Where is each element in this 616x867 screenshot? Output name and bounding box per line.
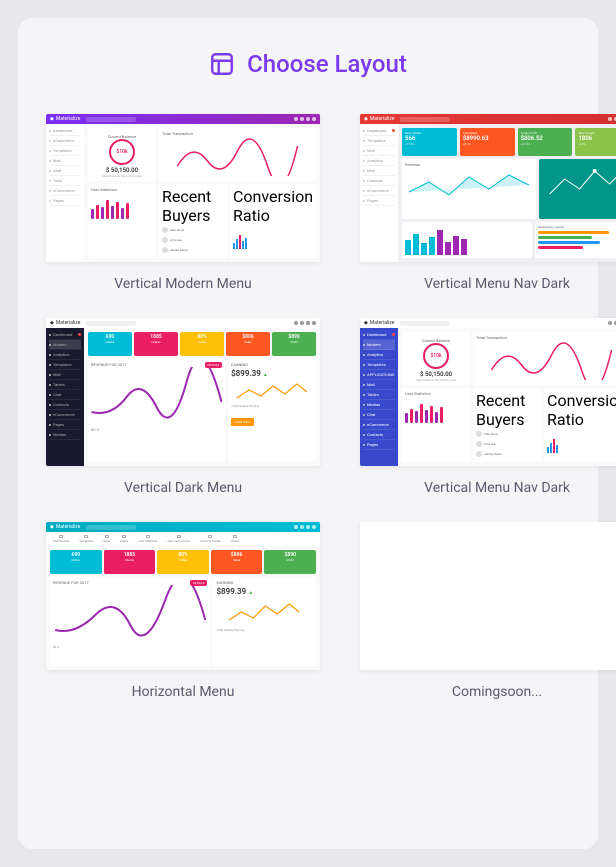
search-input [400, 321, 450, 326]
balance-ring: $10k [109, 139, 135, 165]
caption: Vertical Dark Menu [46, 480, 320, 496]
brand: ◆ Materialize [50, 116, 80, 122]
stats-card: User Statistics [88, 184, 156, 258]
conversion-card: Conversion Ratio [230, 184, 316, 258]
stats-green [539, 159, 616, 219]
thumb-dark: ◆ Materialize Dashboard Modern Analytics… [46, 318, 320, 466]
stats-card: User Statistics [402, 388, 470, 462]
caption: Vertical Menu Nav Dark [360, 276, 616, 292]
topbar: ◆ Materialize [360, 114, 616, 124]
caption: Vertical Menu Nav Dark [360, 480, 616, 496]
sidebar: Dashboard Templates Mail Analytics Mail … [360, 124, 398, 262]
thumb-horizontal: ◆ Materialize Dashboards Templates Apps … [46, 522, 320, 670]
buyers-card: Recent Buyers Alan Snow Amy Lee James St… [159, 184, 227, 258]
layout-option-modern[interactable]: ◆ Materialize Dashboard eCommerce Templa… [46, 114, 320, 292]
thumb-navdark-blue: ◆ Materialize Dashboard Modern Analytics… [360, 318, 616, 466]
bar-chart [402, 222, 532, 258]
layout-grid: ◆ Materialize Dashboard eCommerce Templa… [38, 114, 578, 700]
topbar: ◆ Materialize [46, 318, 320, 328]
buyers-card: Recent Buyers Alan Snow Amy Lee James St… [473, 388, 541, 462]
transaction-card: Total Transaction [473, 332, 616, 385]
search-input [86, 525, 136, 530]
sidebar: Dashboard eCommerce Templates Mail Chat … [46, 124, 84, 262]
topbar: ◆ Materialize [46, 114, 320, 124]
page-title: Choose Layout [247, 50, 407, 78]
layout-icon [209, 51, 235, 77]
revenue-card: REVENUE FOR 2017 DETAILS 60 % [88, 359, 225, 462]
transaction-card: Total Transaction [159, 128, 316, 181]
search-input [86, 117, 136, 122]
layout-option-navdark-blue[interactable]: ◆ Materialize Dashboard Modern Analytics… [360, 318, 616, 496]
search-input [86, 321, 136, 326]
caption: Vertical Modern Menu [46, 276, 320, 292]
topbar: ◆ Materialize [46, 522, 320, 532]
earning-card: EARNING $899.39 ▲ Total Weekly Earning V… [228, 359, 316, 462]
revenue-card: Revenue [402, 159, 536, 219]
balance-card: Current Balance $10k $ 50,150.00 Used ba… [88, 128, 156, 181]
header: Choose Layout [38, 50, 578, 78]
topbar-icons [294, 117, 316, 121]
thumb-placeholder [360, 522, 616, 670]
layout-chooser: Choose Layout ◆ Materialize Dashboard eC… [18, 18, 598, 849]
sidebar-dark: Dashboard Modern Analytics Templates Mai… [46, 328, 84, 466]
sidebar-blue: Dashboard Modern Analytics Templates APP… [360, 328, 398, 466]
layout-option-navdark-red[interactable]: ◆ Materialize Dashboard Templates Mail A… [360, 114, 616, 292]
search-input [400, 117, 450, 122]
view-full-button: VIEW FULL [231, 418, 254, 426]
caption: Horizontal Menu [46, 684, 320, 700]
layout-option-horizontal[interactable]: ◆ Materialize Dashboards Templates Apps … [46, 522, 320, 700]
topbar: ◆ Materialize [360, 318, 616, 328]
earning-card: EARNING $899.39 ▲ Total Weekly Earning [213, 577, 316, 666]
layout-option-dark[interactable]: ◆ Materialize Dashboard Modern Analytics… [46, 318, 320, 496]
thumb-navdark-red: ◆ Materialize Dashboard Templates Mail A… [360, 114, 616, 262]
horizontal-tabs: Dashboards Templates Apps Pages User Int… [46, 532, 320, 546]
country-card: Revenue by country [535, 222, 616, 258]
conversion-card: Conversion Ratio [544, 388, 616, 462]
revenue-card: REVENUE FOR 2017 DETAILS 60 % [50, 577, 210, 666]
thumb-modern: ◆ Materialize Dashboard eCommerce Templa… [46, 114, 320, 262]
balance-card: Current Balance $10k $ 50,150.00 Used ba… [402, 332, 470, 385]
layout-option-comingsoon: Comingsoon... [360, 522, 616, 700]
caption: Comingsoon... [360, 684, 616, 700]
